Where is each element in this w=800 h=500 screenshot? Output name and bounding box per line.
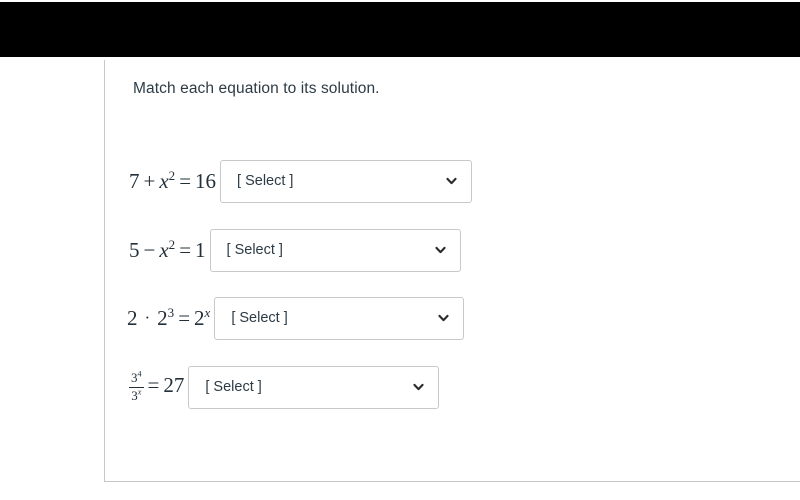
equation-1-equals: = — [179, 168, 192, 193]
equation-1-a: 7 — [129, 168, 140, 193]
match-row: 34 3x = 27 [ Select ] — [129, 365, 440, 409]
equation-3-result-base: 2 — [194, 305, 205, 330]
equation-2-result: 1 — [195, 237, 206, 262]
equation-4-num-exponent: 4 — [137, 369, 142, 379]
equation-2-base: x — [159, 237, 169, 262]
match-row: 5− x2 = 1 [ Select ] — [129, 228, 461, 272]
equation-1-op: + — [143, 168, 156, 193]
equation-2-equals: = — [179, 237, 192, 262]
select-dropdown-2-label: [ Select ] — [226, 242, 283, 258]
chevron-down-icon — [434, 246, 446, 254]
equation-3-result-exponent: x — [204, 304, 211, 320]
select-dropdown-1[interactable]: [ Select ] — [220, 159, 473, 203]
select-dropdown-1-label: [ Select ] — [237, 173, 294, 189]
equation-3: 2 · 23 = 2x — [127, 304, 214, 330]
question-content-panel: Match each equation to its solution. 7 + x… — [104, 60, 800, 482]
equation-2: 5− x2 = 1 — [129, 237, 210, 262]
chevron-down-icon — [413, 383, 424, 391]
select-dropdown-3-label: [ Select ] — [231, 310, 288, 326]
chevron-down-icon — [438, 314, 449, 322]
equation-4-denominator: 3x — [129, 386, 144, 404]
match-row: 2 · 23 = 2x [ Select ] — [127, 296, 465, 340]
equation-1: 7 + x2 = 16 — [129, 168, 220, 193]
page-title: Match each equation to its solution. — [133, 80, 380, 97]
match-row: 7 + x2 = 16 [ Select ] — [129, 159, 473, 203]
equation-4-numerator: 34 — [129, 369, 144, 387]
equation-3-op: · — [144, 307, 151, 327]
top-black-banner — [0, 2, 800, 57]
equation-1-result: 16 — [195, 168, 217, 193]
equation-3-a: 2 — [127, 305, 138, 330]
equation-3-equals: = — [178, 305, 191, 330]
equation-4-result: 27 — [163, 372, 185, 397]
select-dropdown-4[interactable]: [ Select ] — [188, 365, 440, 409]
equation-3-base: 2 — [157, 305, 168, 330]
select-dropdown-3[interactable]: [ Select ] — [214, 296, 465, 340]
equation-2-op: − — [143, 237, 156, 262]
chevron-down-icon — [446, 177, 457, 185]
select-dropdown-4-label: [ Select ] — [205, 379, 262, 395]
equation-4-den-exponent: x — [137, 387, 142, 397]
equation-4: 34 3x = 27 — [129, 369, 188, 404]
select-dropdown-2[interactable]: [ Select ] — [209, 228, 461, 272]
equation-4-fraction: 34 3x — [129, 369, 144, 404]
equation-2-a: 5 — [129, 237, 140, 262]
equation-4-equals: = — [147, 372, 160, 397]
equation-1-base: x — [159, 168, 169, 193]
